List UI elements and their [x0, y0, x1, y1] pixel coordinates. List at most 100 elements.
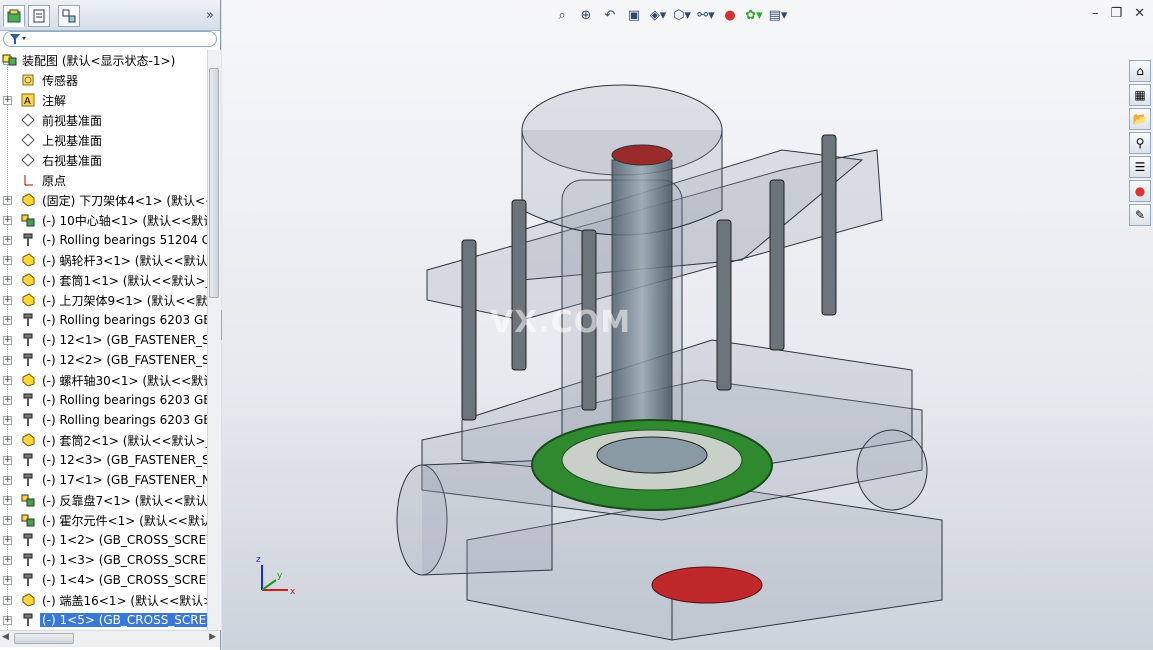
expand-toggle[interactable]: +	[3, 455, 12, 465]
expand-toggle[interactable]: +	[3, 215, 12, 225]
expand-toggle[interactable]: +	[3, 95, 12, 105]
expand-toggle[interactable]: +	[3, 615, 12, 625]
tree-item[interactable]: + (-) 套筒1<1> (默认<<默认>_	[0, 270, 207, 290]
tree-item[interactable]: 传感器	[0, 70, 207, 90]
tree-item-label: (-) Rolling bearings 6203 GB	[42, 313, 207, 327]
tree-item[interactable]: + (-) 1<4> (GB_CROSS_SCREW	[0, 570, 207, 590]
plane-icon	[20, 112, 36, 128]
configuration-icon	[62, 9, 76, 23]
expand-toggle[interactable]: +	[3, 255, 12, 265]
expand-toggle[interactable]: +	[3, 195, 12, 205]
tree-item[interactable]: + (-) Rolling bearings 6203 GB	[0, 410, 207, 430]
tree-root[interactable]: − 装配图 (默认<显示状态-1>)	[0, 50, 207, 70]
feature-manager-panel: » − 装配图 (默认<显示状态-1>) 传感器 + A 注解前视基准面上视基准面右视…	[0, 0, 221, 650]
tree-item[interactable]: + (-) 端盖16<1> (默认<<默认>	[0, 590, 207, 610]
collapse-chevron-icon[interactable]: »	[206, 8, 214, 23]
graphics-area[interactable]: ⌕ ⊕ ↶ ▣ ◈▾ ⬡▾ ⚯▾ ● ✿▾ ▤▾ – ❐ ✕ ⌂ ▦ 📂 ⚲ ☰…	[222, 0, 1153, 650]
part-icon	[20, 592, 36, 608]
triad-z-label: z	[256, 555, 261, 565]
fastener-icon	[20, 392, 36, 408]
expand-toggle[interactable]: +	[3, 575, 12, 585]
tree-item[interactable]: + (-) 1<2> (GB_CROSS_SCREW	[0, 530, 207, 550]
part-icon	[20, 192, 36, 208]
tree-item-label: (-) 1<4> (GB_CROSS_SCREW	[42, 573, 207, 587]
tree-item[interactable]: 前视基准面	[0, 110, 207, 130]
tree-item[interactable]: + (-) Rolling bearings 51204 G	[0, 230, 207, 250]
tree-item-label: 上视基准面	[42, 133, 103, 148]
annotation-icon: A	[20, 92, 36, 108]
tree-item[interactable]: + (-) 上刀架体9<1> (默认<<默认	[0, 290, 207, 310]
assembly-icon	[2, 54, 17, 66]
part-icon	[20, 372, 36, 388]
tree-vertical-scrollbar[interactable]	[207, 50, 221, 630]
expand-toggle[interactable]: +	[3, 475, 12, 485]
tree-item[interactable]: + (-) Rolling bearings 6203 GB	[0, 310, 207, 330]
tree-item[interactable]: + (-) 12<2> (GB_FASTENER_SC	[0, 350, 207, 370]
part-icon	[20, 432, 36, 448]
scroll-right-icon[interactable]: ▶	[209, 632, 216, 642]
tree-item[interactable]: + A 注解	[0, 90, 207, 110]
tree-item[interactable]: 上视基准面	[0, 130, 207, 150]
expand-toggle[interactable]: +	[3, 315, 12, 325]
tree-item-label: (固定) 下刀架体4<1> (默认<<	[42, 193, 207, 208]
filter-icon	[10, 34, 26, 44]
tree-item[interactable]: + (-) 17<1> (GB_FASTENER_NI	[0, 470, 207, 490]
feature-manager-tab[interactable]	[3, 5, 25, 27]
feature-tree: − 装配图 (默认<显示状态-1>) 传感器 + A 注解前视基准面上视基准面右视基准…	[0, 50, 207, 630]
expand-toggle[interactable]: +	[3, 375, 12, 385]
fastener-icon	[20, 472, 36, 488]
tree-item[interactable]: + (-) 套筒2<1> (默认<<默认>_	[0, 430, 207, 450]
expand-toggle[interactable]: +	[3, 495, 12, 505]
tree-item-label: (-) 端盖16<1> (默认<<默认>	[42, 593, 207, 608]
scroll-thumb-horizontal[interactable]	[14, 633, 74, 644]
tree-item[interactable]: + (-) 1<5> (GB_CROSS_SCREW	[0, 610, 207, 630]
tree-item[interactable]: + (-) 反靠盘7<1> (默认<<默认>	[0, 490, 207, 510]
expand-toggle[interactable]: +	[3, 535, 12, 545]
tree-item[interactable]: 右视基准面	[0, 150, 207, 170]
expand-toggle[interactable]: +	[3, 415, 12, 425]
tree-horizontal-scrollbar[interactable]: ◀ ▶	[0, 630, 220, 647]
property-icon	[33, 9, 45, 23]
expand-toggle[interactable]: +	[3, 515, 12, 525]
expand-toggle[interactable]: +	[3, 395, 12, 405]
fastener-icon	[20, 452, 36, 468]
tree-item[interactable]: + (-) 霍尔元件<1> (默认<<默认	[0, 510, 207, 530]
expand-toggle[interactable]: +	[3, 595, 12, 605]
scroll-left-icon[interactable]: ◀	[2, 632, 9, 642]
tree-item[interactable]: 原点	[0, 170, 207, 190]
configuration-manager-tab[interactable]	[58, 5, 80, 27]
part-icon	[20, 292, 36, 308]
property-manager-tab[interactable]	[28, 5, 50, 27]
expand-toggle[interactable]: +	[3, 435, 12, 445]
tree-item-label: (-) 1<2> (GB_CROSS_SCREW	[42, 533, 207, 547]
expand-toggle[interactable]: +	[3, 555, 12, 565]
subassembly-icon	[20, 212, 36, 228]
tree-item-label: (-) 12<2> (GB_FASTENER_SC	[42, 353, 207, 367]
tree-filter[interactable]	[3, 31, 217, 47]
tree-item-label: (-) Rolling bearings 6203 GB	[42, 393, 207, 407]
tree-item[interactable]: + (-) 1<3> (GB_CROSS_SCREW	[0, 550, 207, 570]
svg-text:A: A	[24, 96, 31, 107]
triad-y-label: y	[277, 571, 283, 581]
part-icon	[20, 252, 36, 268]
tree-item-label: (-) Rolling bearings 51204 G	[42, 233, 207, 247]
tree-item-label: (-) 上刀架体9<1> (默认<<默认	[42, 293, 207, 308]
expand-toggle[interactable]: +	[3, 235, 12, 245]
tree-item-label: (-) 12<1> (GB_FASTENER_SC	[42, 333, 207, 347]
tree-item[interactable]: + (-) 10中心轴<1> (默认<<默认	[0, 210, 207, 230]
tree-item[interactable]: + (-) 螺杆轴30<1> (默认<<默认	[0, 370, 207, 390]
plane-icon	[20, 132, 36, 148]
subassembly-icon	[20, 512, 36, 528]
tree-item[interactable]: + (-) 12<3> (GB_FASTENER_SC	[0, 450, 207, 470]
scroll-thumb[interactable]	[209, 68, 219, 298]
tree-item[interactable]: + (固定) 下刀架体4<1> (默认<<	[0, 190, 207, 210]
expand-toggle[interactable]: +	[3, 355, 12, 365]
expand-toggle[interactable]: +	[3, 275, 12, 285]
assembly-model[interactable]: z x y	[222, 0, 1153, 650]
tree-item[interactable]: + (-) Rolling bearings 6203 GB	[0, 390, 207, 410]
tree-item[interactable]: + (-) 蜗轮杆3<1> (默认<<默认>	[0, 250, 207, 270]
tree-item[interactable]: + (-) 12<1> (GB_FASTENER_SC	[0, 330, 207, 350]
tree-item-label: (-) 17<1> (GB_FASTENER_NI	[42, 473, 207, 487]
expand-toggle[interactable]: +	[3, 335, 12, 345]
expand-toggle[interactable]: +	[3, 295, 12, 305]
